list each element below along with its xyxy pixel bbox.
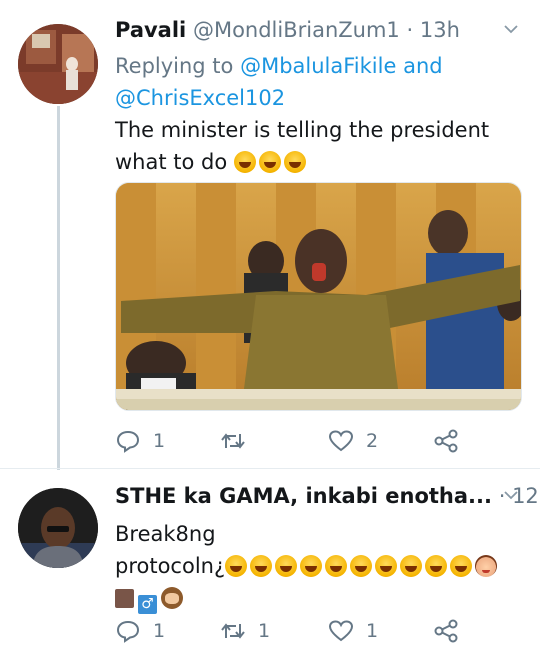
tweet-text: The minister is telling the president wh… (115, 114, 520, 178)
tweet-header: STHE ka GAMA, inkabi enotha... · 12h (115, 484, 540, 508)
see-no-evil-monkey-icon (161, 587, 183, 609)
rolling-laughing-emoji-icon (225, 555, 248, 577)
share-icon (434, 429, 458, 453)
rolling-laughing-emoji-icon (258, 151, 281, 173)
rolling-laughing-emoji-icon (375, 555, 398, 577)
display-name[interactable]: STHE ka GAMA, inkabi enotha... (115, 484, 492, 508)
tweet[interactable]: STHE ka GAMA, inkabi enotha... · 12h Bre… (0, 470, 540, 650)
replying-prefix: Replying to (115, 54, 234, 78)
reply-count: 1 (153, 430, 166, 452)
avatar[interactable] (18, 24, 98, 104)
retweet-count: 1 (258, 620, 271, 642)
rolling-laughing-emoji-icon (233, 151, 256, 173)
like-button[interactable]: 2 (328, 426, 378, 456)
reply-count: 1 (153, 620, 166, 642)
retweet-button[interactable] (220, 426, 258, 456)
rolling-laughing-emoji-icon (325, 555, 348, 577)
replying-and: and (403, 54, 443, 78)
share-icon (434, 619, 458, 643)
male-sign-icon: ♂ (138, 595, 157, 614)
reply-button[interactable]: 1 (115, 426, 165, 456)
mention-link[interactable]: @MbalulaFikile (240, 54, 396, 78)
tweet-text: Break8ng protocoln¿ ♂ (115, 518, 520, 614)
separator: · (406, 18, 414, 42)
avatar[interactable] (18, 488, 98, 568)
mention-link[interactable]: @ChrisExcel102 (115, 86, 285, 110)
reply-button[interactable]: 1 (115, 616, 165, 646)
tweet-text-symbol: ¿ (213, 554, 226, 578)
rolling-laughing-emoji-icon (400, 555, 423, 577)
share-button[interactable] (433, 426, 459, 456)
timestamp[interactable]: 13h (420, 18, 460, 42)
reply-icon (116, 430, 140, 453)
girl-emoji-icon (475, 555, 498, 577)
tweet[interactable]: Pavali @MondliBrianZum1 · 13h Replying t… (0, 0, 540, 470)
tweet-header: Pavali @MondliBrianZum1 · 13h (115, 18, 460, 42)
tweet-actions: 1 1 1 (115, 616, 535, 646)
rolling-laughing-emoji-icon (250, 555, 273, 577)
rolling-laughing-emoji-icon (275, 555, 298, 577)
rolling-laughing-emoji-icon (283, 151, 306, 173)
handle[interactable]: @MondliBrianZum1 (193, 18, 400, 42)
retweet-icon (221, 623, 245, 639)
like-button[interactable]: 1 (328, 616, 378, 646)
like-count: 2 (366, 430, 379, 452)
chevron-down-icon[interactable] (504, 488, 518, 502)
retweet-button[interactable]: 1 (220, 616, 270, 646)
brown-square-icon (115, 589, 134, 608)
thread-line (57, 106, 60, 470)
tweet-text-line2: protocoln (115, 554, 214, 578)
like-count: 1 (366, 620, 379, 642)
share-button[interactable] (433, 616, 459, 646)
replying-to: Replying to @MbalulaFikile and @ChrisExc… (115, 50, 515, 114)
chevron-down-icon[interactable] (504, 22, 518, 36)
rolling-laughing-emoji-icon (350, 555, 373, 577)
tweet-photo[interactable] (115, 182, 522, 411)
divider (0, 468, 540, 469)
heart-icon (328, 430, 354, 452)
rolling-laughing-emoji-icon (450, 555, 473, 577)
tweet-text-line1: Break8ng (115, 522, 216, 546)
retweet-icon (221, 433, 245, 449)
tweet-actions: 1 2 (115, 426, 535, 456)
rolling-laughing-emoji-icon (300, 555, 323, 577)
heart-icon (328, 620, 354, 642)
rolling-laughing-emoji-icon (425, 555, 448, 577)
display-name[interactable]: Pavali (115, 18, 186, 42)
reply-icon (116, 620, 140, 643)
